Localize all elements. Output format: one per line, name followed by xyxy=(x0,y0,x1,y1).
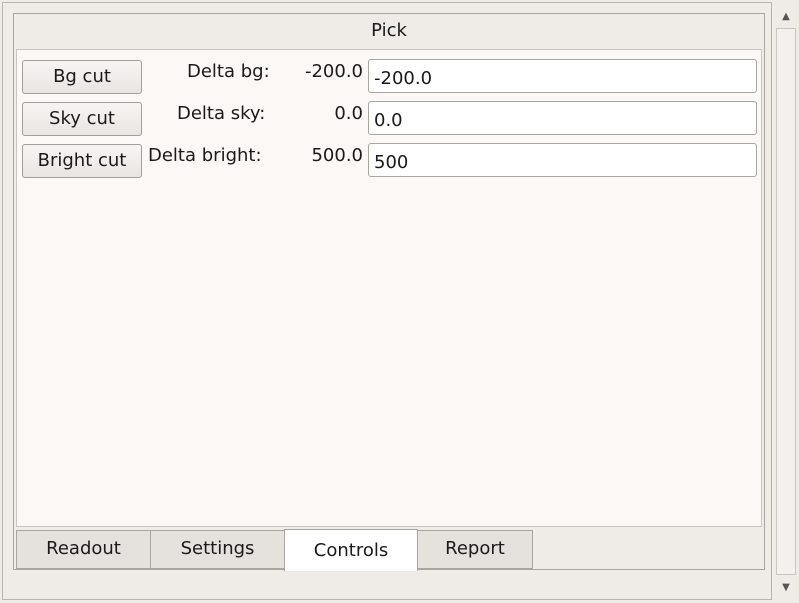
bg-cut-button[interactable]: Bg cut xyxy=(22,60,142,94)
delta-bright-value: 500.0 xyxy=(311,145,363,166)
tab-controls[interactable]: Controls xyxy=(284,529,418,571)
tab-report[interactable]: Report xyxy=(417,530,533,569)
pick-groupbox: Pick Bg cut Delta bg: -200.0 Sky cut Del… xyxy=(13,13,765,571)
delta-bg-value: -200.0 xyxy=(304,61,363,82)
sky-cut-button[interactable]: Sky cut xyxy=(22,102,142,136)
delta-bg-input[interactable] xyxy=(368,59,757,93)
tab-bar: Readout Settings Controls Report xyxy=(16,529,762,571)
delta-sky-input[interactable] xyxy=(368,101,757,135)
tab-settings[interactable]: Settings xyxy=(150,530,285,569)
scroll-down-icon[interactable]: ▼ xyxy=(773,577,799,599)
delta-sky-value: 0.0 xyxy=(334,103,363,124)
bright-cut-button[interactable]: Bright cut xyxy=(22,144,142,178)
scroll-track[interactable] xyxy=(776,28,796,575)
delta-bright-input[interactable] xyxy=(368,143,757,177)
delta-bg-label: Delta bg: xyxy=(187,61,270,82)
tab-readout[interactable]: Readout xyxy=(16,530,151,569)
group-title: Pick xyxy=(371,20,407,41)
controls-panel: Bg cut Delta bg: -200.0 Sky cut Delta sk… xyxy=(16,49,762,527)
plugin-frame: Pick Bg cut Delta bg: -200.0 Sky cut Del… xyxy=(2,2,772,600)
scroll-up-icon[interactable]: ▲ xyxy=(773,6,799,28)
delta-bright-label: Delta bright: xyxy=(148,145,262,166)
delta-sky-label: Delta sky: xyxy=(177,103,266,124)
vertical-scrollbar[interactable]: ▲ ▼ xyxy=(773,0,799,603)
